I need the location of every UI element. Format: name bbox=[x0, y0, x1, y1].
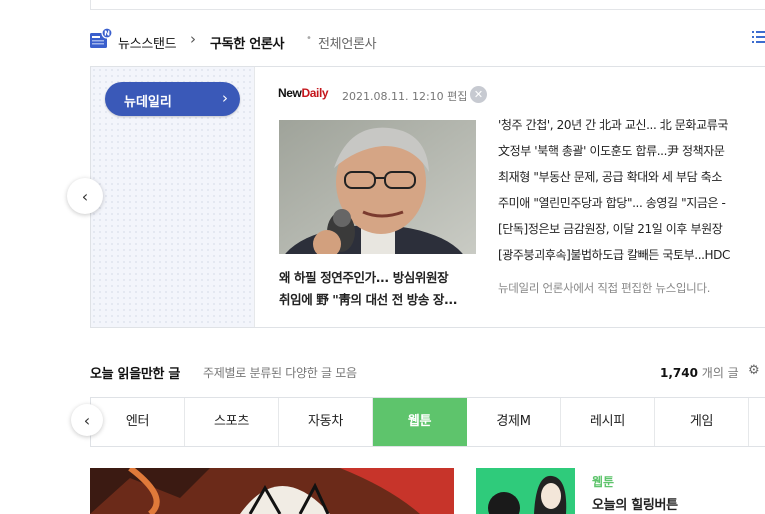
svg-text:N: N bbox=[104, 30, 110, 38]
webtoon-thumbnail-small[interactable] bbox=[476, 468, 575, 514]
reading-section-title: 오늘 읽을만한 글 bbox=[90, 367, 181, 382]
tab-subscribed-press[interactable]: 구독한 언론사 bbox=[210, 33, 284, 52]
press-logo-part-2: Daily bbox=[301, 86, 329, 100]
separator-dot: • bbox=[306, 33, 312, 44]
newsstand-prev-button[interactable]: ‹ bbox=[67, 178, 103, 214]
tab-entertainment[interactable]: 엔터 bbox=[91, 398, 185, 446]
headline-caption-line-2[interactable]: 취임에 野 "靑의 대선 전 방송 장... bbox=[279, 289, 457, 308]
webtoon-thumbnail-large[interactable] bbox=[90, 468, 454, 514]
chevron-right-icon: › bbox=[190, 30, 196, 48]
press-logo[interactable]: NewDaily bbox=[278, 86, 329, 100]
headline-item[interactable]: 주미애 "열린민주당과 합당"... 송영길 "지금은 - bbox=[498, 190, 765, 216]
headline-item[interactable]: [광주붕괴후속]불법하도급 칼빼든 국토부...HDC bbox=[498, 242, 765, 268]
tab-recipe[interactable]: 레시피 bbox=[561, 398, 655, 446]
headline-item[interactable]: 최재형 "부동산 문제, 공급 확대와 세 부담 축소 bbox=[498, 164, 765, 190]
tab-cars[interactable]: 자동차 bbox=[279, 398, 373, 446]
chevron-left-icon: ‹ bbox=[83, 410, 91, 430]
tab-webtoon[interactable]: 웹툰 bbox=[373, 398, 467, 446]
headline-caption-line-1[interactable]: 왜 하필 정연주인가... 방심위원장 bbox=[279, 267, 449, 286]
headline-item[interactable]: 文정부 '북핵 총괄' 이도훈도 합류...尹 정책자문 bbox=[498, 138, 765, 164]
tab-all-press[interactable]: 전체언론사 bbox=[318, 33, 377, 52]
topic-tabs: 엔터 스포츠 자동차 웹툰 경제M 레시피 게임 bbox=[90, 397, 765, 447]
card-category: 웹툰 bbox=[592, 475, 615, 489]
card-title[interactable]: 오늘의 힐링버튼 bbox=[592, 494, 678, 513]
headline-item[interactable]: [단독]정은보 금감원장, 이달 21일 이후 부원장 bbox=[498, 216, 765, 242]
headline-item[interactable]: '청주 간첩', 20년 간 北과 교신... 北 문화교류국 bbox=[498, 112, 765, 138]
tab-economy[interactable]: 경제M bbox=[467, 398, 561, 446]
headline-photo[interactable] bbox=[279, 120, 476, 254]
edit-timestamp: 2021.08.11. 12:10 편집 bbox=[342, 90, 468, 103]
list-view-icon[interactable] bbox=[752, 31, 765, 44]
reading-section-subtitle: 주제별로 분류된 다양한 글 모음 bbox=[203, 366, 357, 380]
post-count-suffix: 개의 글 bbox=[697, 366, 739, 380]
newsstand-icon: N bbox=[90, 28, 112, 48]
top-section-border bbox=[90, 0, 765, 10]
gear-icon[interactable]: ⚙ bbox=[748, 363, 760, 378]
headline-list: '청주 간첩', 20년 간 北과 교신... 北 문화교류국 文정부 '북핵 … bbox=[498, 112, 765, 268]
chevron-right-icon: › bbox=[222, 89, 228, 107]
press-edit-notice: 뉴데일리 언론사에서 직접 편집한 뉴스입니다. bbox=[498, 281, 711, 295]
tab-game[interactable]: 게임 bbox=[655, 398, 749, 446]
chevron-left-icon: ‹ bbox=[81, 186, 89, 206]
press-logo-part-1: New bbox=[278, 86, 302, 100]
newsstand-title[interactable]: 뉴스스탠드 bbox=[118, 33, 177, 52]
close-icon[interactable]: ✕ bbox=[470, 86, 487, 103]
press-button-label: 뉴데일리 bbox=[124, 95, 172, 110]
press-select-button[interactable]: 뉴데일리 › bbox=[105, 82, 240, 116]
tab-sports[interactable]: 스포츠 bbox=[185, 398, 279, 446]
post-count-value: 1,740 bbox=[660, 366, 698, 380]
tabs-prev-button[interactable]: ‹ bbox=[71, 404, 103, 436]
post-count: 1,740 개의 글 bbox=[660, 364, 739, 381]
